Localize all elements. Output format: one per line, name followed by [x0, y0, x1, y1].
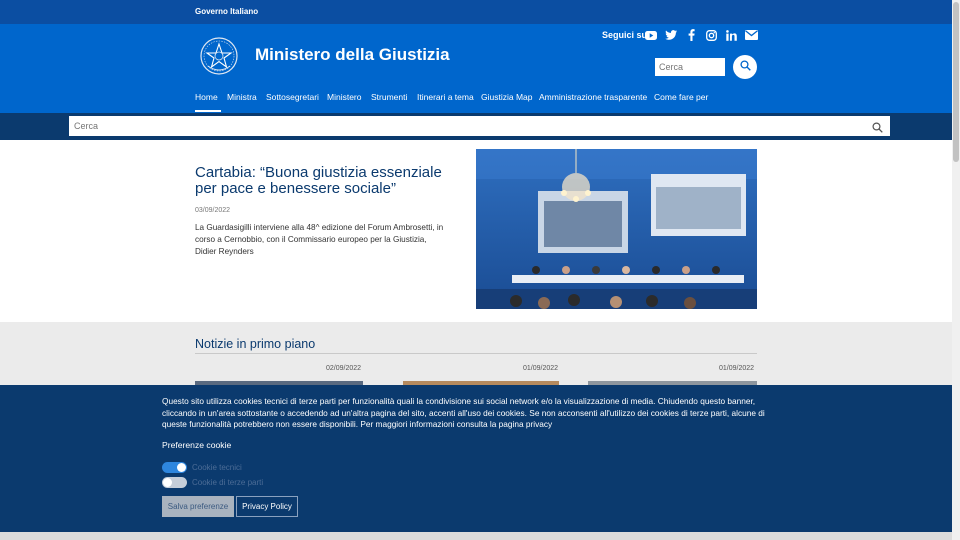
horizontal-scrollbar[interactable] [0, 532, 952, 540]
emblem-logo[interactable] [199, 36, 239, 76]
governo-italiano-link[interactable]: Governo Italiano [195, 7, 258, 16]
scrollbar-thumb[interactable] [953, 2, 959, 162]
page: Governo Italiano Ministero della Giustiz… [0, 0, 952, 540]
toggle-label-technical: Cookie tecnici [192, 463, 242, 472]
cookie-preferences-title: Preferenze cookie [162, 440, 232, 450]
news-date: 02/09/2022 [326, 365, 362, 372]
nav-item-giustizia-map[interactable]: Giustizia Map [481, 92, 533, 102]
toggle-cookie-third-party[interactable] [162, 477, 187, 488]
instagram-icon[interactable] [704, 28, 718, 42]
slim-header: Governo Italiano [0, 0, 952, 24]
site-title[interactable]: Ministero della Giustizia [255, 45, 450, 65]
cookie-banner: Questo sito utilizza cookies tecnici di … [0, 385, 952, 540]
nav-item-strumenti[interactable]: Strumenti [371, 92, 407, 102]
cookie-text: Questo sito utilizza cookies tecnici di … [162, 396, 765, 429]
privacy-policy-button[interactable]: Privacy Policy [236, 496, 298, 517]
youtube-icon[interactable] [644, 28, 658, 42]
hero-title[interactable]: Cartabia: “Buona giustizia essenziale pe… [195, 165, 455, 197]
nav-item-home[interactable]: Home [195, 92, 218, 102]
nav-item-ministra[interactable]: Ministra [227, 92, 257, 102]
toggle-label-third-party: Cookie di terze parti [192, 478, 264, 487]
toggle-cookie-technical[interactable] [162, 462, 187, 473]
facebook-icon[interactable] [684, 28, 698, 42]
news-heading: Notizie in primo piano [195, 337, 316, 351]
nav-item-sottosegretari[interactable]: Sottosegretari [266, 92, 319, 102]
nav-item-itinerari[interactable]: Itinerari a tema [417, 92, 474, 102]
search-icon [739, 58, 751, 76]
hero-image[interactable] [476, 149, 757, 309]
toggle-knob [177, 463, 186, 472]
hero-description: La Guardasigilli interviene alla 48^ edi… [195, 223, 444, 256]
header-search-input[interactable] [655, 58, 725, 76]
hero-article: Cartabia: “Buona giustizia essenziale pe… [0, 140, 952, 322]
header-search-button[interactable] [733, 55, 757, 79]
news-date: 01/09/2022 [523, 365, 559, 372]
linkedin-icon[interactable] [724, 28, 738, 42]
news-date: 01/09/2022 [719, 365, 755, 372]
nav-item-come-fare[interactable]: Come fare per [654, 92, 708, 102]
center-header: Ministero della Giustizia Seguici su [0, 24, 952, 84]
search-icon[interactable] [872, 120, 883, 138]
toggle-knob [163, 478, 172, 487]
mail-icon[interactable] [744, 28, 758, 42]
twitter-icon[interactable] [664, 28, 678, 42]
active-tab-indicator [195, 110, 221, 112]
divider [195, 353, 757, 354]
vertical-scrollbar[interactable] [952, 0, 960, 540]
hero-date: 03/09/2022 [195, 207, 231, 214]
main-search-input[interactable] [69, 116, 890, 136]
social-label: Seguici su [602, 30, 648, 40]
nav-item-ministero[interactable]: Ministero [327, 92, 361, 102]
save-preferences-button[interactable]: Salva preferenze [162, 496, 234, 517]
main-nav: Home Ministra Sottosegretari Ministero S… [0, 84, 952, 113]
search-band [0, 113, 952, 140]
nav-item-amministrazione[interactable]: Amministrazione trasparente [539, 92, 647, 102]
